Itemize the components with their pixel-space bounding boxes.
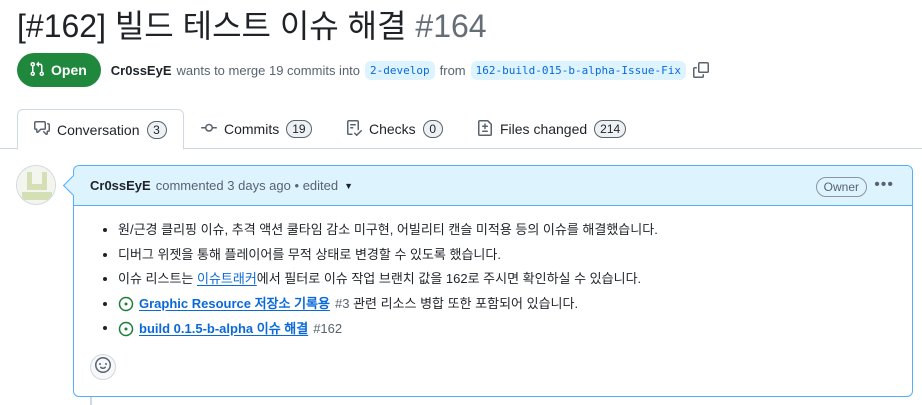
identicon-icon bbox=[17, 166, 55, 204]
tab-count: 3 bbox=[146, 120, 167, 139]
issue-title[interactable]: Graphic Resource 저장소 기록용 bbox=[139, 292, 330, 316]
head-branch[interactable]: 162-build-015-b-alpha-Issue-Fix bbox=[470, 60, 686, 80]
comment-discussion-icon bbox=[34, 120, 50, 139]
tab-checks[interactable]: Checks 0 bbox=[330, 109, 459, 149]
item-text: 원/근경 클리핑 이슈, 추격 액션 쿨타임 감소 미구현, 어빌리티 캔슬 미… bbox=[118, 222, 658, 237]
timeline-line bbox=[90, 397, 92, 405]
pr-tabs: Conversation 3 Commits 19 Checks 0 Files… bbox=[0, 109, 922, 150]
state-label: Open bbox=[51, 62, 87, 78]
comment-list: 원/근경 클리핑 이슈, 추격 액션 쿨타임 감소 미구현, 어빌리티 캔슬 미… bbox=[118, 218, 896, 341]
tab-label: Files changed bbox=[500, 121, 588, 137]
tab-count: 214 bbox=[594, 120, 627, 138]
pr-meta: Open Cr0ssEyE wants to merge 19 commits … bbox=[17, 53, 709, 87]
item-text: 에서 필터로 이슈 작업 브랜치 값을 162로 주시면 확인하실 수 있습니다… bbox=[256, 271, 642, 286]
tab-label: Checks bbox=[369, 121, 416, 137]
copy-icon[interactable] bbox=[692, 62, 709, 78]
pr-number: #164 bbox=[415, 8, 487, 44]
issue-reference[interactable]: build 0.1.5-b-alpha 이슈 해결 #162 bbox=[118, 317, 342, 341]
base-branch[interactable]: 2-develop bbox=[365, 60, 435, 80]
list-item: build 0.1.5-b-alpha 이슈 해결 #162 bbox=[118, 316, 896, 341]
checklist-icon bbox=[346, 119, 363, 139]
from-text: from bbox=[439, 62, 466, 78]
comment-body: 원/근경 클리핑 이슈, 추격 액션 쿨타임 감소 미구현, 어빌리티 캔슬 미… bbox=[74, 206, 912, 341]
file-diff-icon bbox=[477, 119, 493, 139]
comment-header: Cr0ssEyE commented 3 days ago • edited ▼… bbox=[74, 166, 912, 206]
kebab-menu-icon[interactable]: ••• bbox=[874, 176, 894, 194]
triangle-down-icon[interactable]: ▼ bbox=[344, 181, 353, 191]
list-item: 원/근경 클리핑 이슈, 추격 액션 쿨타임 감소 미구현, 어빌리티 캔슬 미… bbox=[118, 218, 896, 243]
issue-opened-icon bbox=[118, 296, 134, 312]
tab-label: Conversation bbox=[57, 121, 140, 138]
issue-opened-icon bbox=[118, 321, 134, 337]
issue-reference[interactable]: Graphic Resource 저장소 기록용 #3 bbox=[118, 292, 349, 316]
pr-title: [#162] 빌드 테스트 이슈 해결 #164 bbox=[17, 6, 487, 46]
issue-number: #162 bbox=[313, 320, 343, 336]
avatar[interactable] bbox=[16, 165, 56, 205]
state-badge: Open bbox=[17, 53, 101, 87]
comment-author[interactable]: Cr0ssEyE bbox=[90, 178, 151, 193]
issue-tracker-link[interactable]: 이슈트래커 bbox=[197, 271, 257, 286]
comment-box: Cr0ssEyE commented 3 days ago • edited ▼… bbox=[73, 165, 913, 397]
edited-dropdown[interactable]: edited bbox=[303, 178, 338, 193]
tab-conversation[interactable]: Conversation 3 bbox=[17, 109, 184, 150]
tab-label: Commits bbox=[224, 121, 280, 137]
tab-count: 19 bbox=[286, 120, 312, 138]
add-reaction-button[interactable] bbox=[90, 354, 116, 380]
list-item: 이슈 리스트는 이슈트래커에서 필터로 이슈 작업 브랜치 값을 162로 주시… bbox=[118, 267, 896, 292]
comment-action: commented bbox=[155, 178, 224, 193]
smiley-icon bbox=[95, 356, 111, 378]
item-text: 디버그 위젯을 통해 플레이어를 무적 상태로 변경할 수 있도록 했습니다. bbox=[118, 246, 501, 262]
pr-title-text: [#162] 빌드 테스트 이슈 해결 bbox=[17, 8, 407, 44]
list-item: 디버그 위젯을 통해 플레이어를 무적 상태로 변경할 수 있도록 했습니다. bbox=[118, 243, 896, 268]
git-commit-icon bbox=[201, 120, 217, 139]
separator: • bbox=[294, 178, 300, 193]
tab-count: 0 bbox=[422, 120, 443, 138]
list-item: Graphic Resource 저장소 기록용 #3 관련 리소스 병합 또한… bbox=[118, 292, 896, 317]
issue-number: #3 bbox=[334, 296, 350, 312]
git-pull-request-icon bbox=[29, 61, 45, 80]
tab-commits[interactable]: Commits 19 bbox=[185, 109, 328, 149]
owner-badge: Owner bbox=[815, 177, 867, 197]
tab-files-changed[interactable]: Files changed 214 bbox=[461, 109, 642, 149]
merge-info: Cr0ssEyE wants to merge 19 commits into … bbox=[111, 60, 709, 80]
pr-author-link[interactable]: Cr0ssEyE bbox=[111, 63, 172, 78]
merge-text: wants to merge 19 commits into bbox=[176, 62, 361, 78]
item-text: 이슈 리스트는 bbox=[118, 271, 197, 286]
issue-title[interactable]: build 0.1.5-b-alpha 이슈 해결 bbox=[139, 317, 308, 341]
comment-time[interactable]: 3 days ago bbox=[227, 178, 291, 193]
item-text: 관련 리소스 병합 또한 포함되어 있습니다. bbox=[349, 295, 579, 311]
